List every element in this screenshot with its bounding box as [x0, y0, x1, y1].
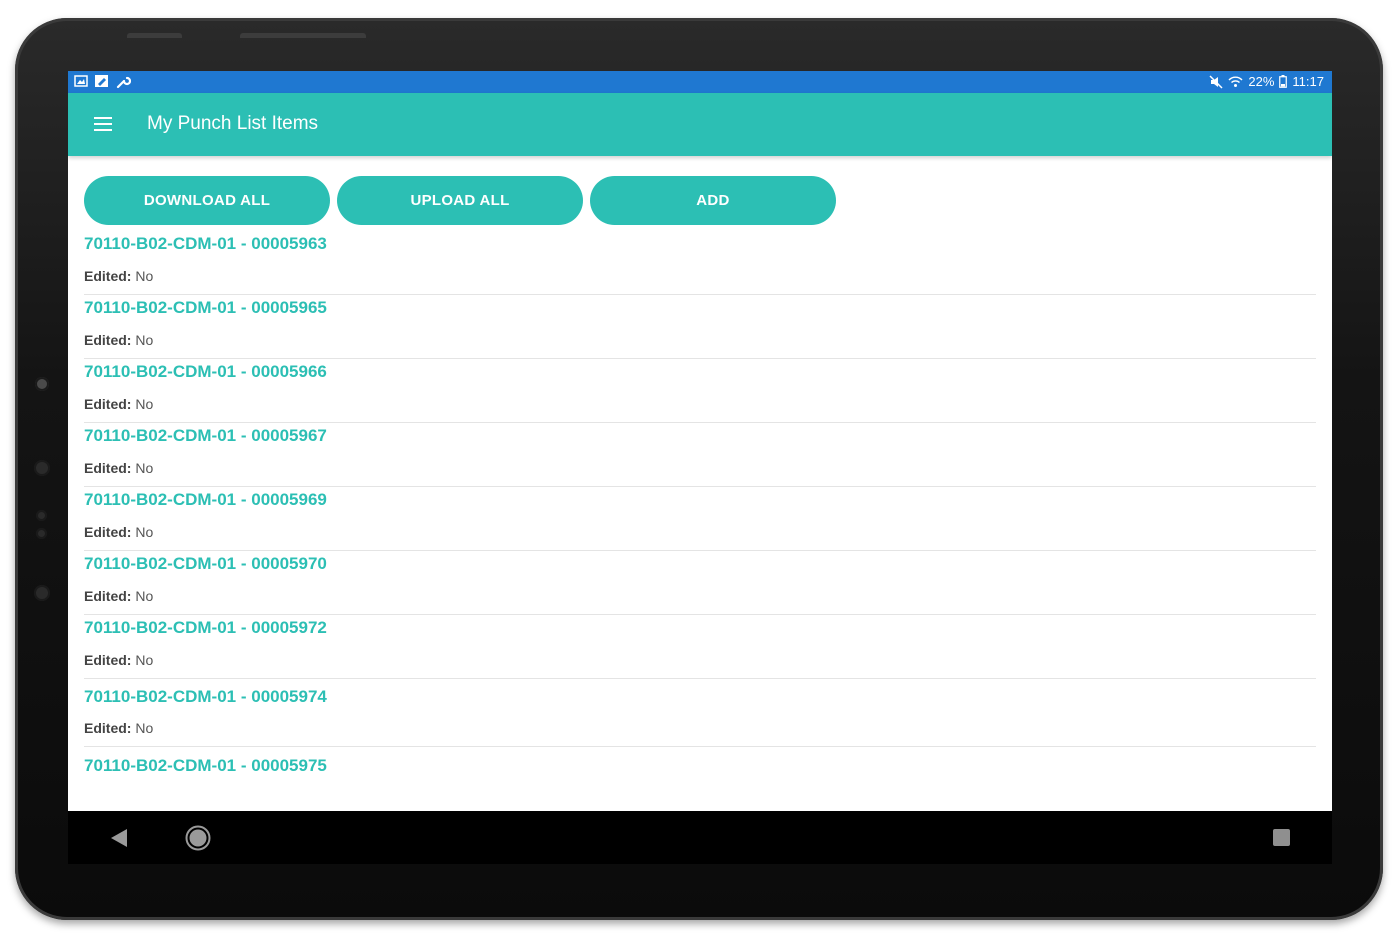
item-title: 70110-B02-CDM-01 - 00005972 — [84, 618, 327, 637]
list-item[interactable]: 70110-B02-CDM-01 - 00005975 — [84, 747, 1316, 781]
list-item[interactable]: 70110-B02-CDM-01 - 00005967 Edited: No — [84, 423, 1316, 487]
wrench-icon — [116, 76, 131, 89]
item-title: 70110-B02-CDM-01 - 00005970 — [84, 554, 327, 573]
page-title: My Punch List Items — [147, 113, 319, 134]
device-screen: 22% 11:17 My Punch List Items DOWNLOAD A… — [68, 71, 1332, 864]
sensor-dot — [34, 585, 50, 601]
item-title: 70110-B02-CDM-01 - 00005969 — [84, 490, 327, 509]
action-buttons: DOWNLOAD ALL UPLOAD ALL ADD — [84, 176, 836, 225]
main-content: DOWNLOAD ALL UPLOAD ALL ADD 70110-B02-CD… — [68, 156, 1332, 811]
list-item[interactable]: 70110-B02-CDM-01 - 00005972 Edited: No — [84, 615, 1316, 679]
edited-value: No — [135, 268, 154, 284]
edited-label: Edited: — [84, 652, 132, 668]
item-title: 70110-B02-CDM-01 - 00005967 — [84, 426, 327, 445]
notification-icons — [74, 74, 131, 89]
item-edited-status: Edited: No — [84, 329, 1316, 358]
download-all-button[interactable]: DOWNLOAD ALL — [84, 176, 330, 225]
mute-icon — [1209, 74, 1223, 89]
item-edited-status: Edited: No — [84, 265, 1316, 294]
wifi-icon — [1228, 76, 1243, 87]
edited-value: No — [135, 396, 154, 412]
battery-icon — [1279, 75, 1288, 88]
recent-apps-icon[interactable] — [1273, 829, 1290, 846]
item-edited-status: Edited: No — [84, 717, 1316, 746]
edited-value: No — [135, 588, 154, 604]
clock: 11:17 — [1292, 74, 1324, 89]
edited-value: No — [135, 460, 154, 476]
edited-label: Edited: — [84, 588, 132, 604]
front-camera — [35, 377, 49, 391]
edited-label: Edited: — [84, 524, 132, 540]
back-icon[interactable] — [110, 828, 128, 848]
edited-value: No — [135, 332, 154, 348]
image-icon — [74, 75, 88, 87]
note-icon — [95, 75, 108, 87]
item-edited-status: Edited: No — [84, 649, 1316, 678]
app-bar: My Punch List Items — [68, 93, 1332, 156]
edited-label: Edited: — [84, 332, 132, 348]
list-item[interactable]: 70110-B02-CDM-01 - 00005965 Edited: No — [84, 295, 1316, 359]
sensor-dot — [36, 510, 47, 521]
list-item[interactable]: 70110-B02-CDM-01 - 00005966 Edited: No — [84, 359, 1316, 423]
edited-label: Edited: — [84, 396, 132, 412]
hamburger-menu-icon[interactable] — [94, 117, 112, 131]
edited-label: Edited: — [84, 460, 132, 476]
sensor-dot — [34, 460, 50, 476]
item-edited-status: Edited: No — [84, 393, 1316, 422]
system-indicators: 22% 11:17 — [1209, 74, 1324, 89]
power-button — [240, 33, 366, 38]
battery-percent: 22% — [1248, 74, 1275, 89]
item-title: 70110-B02-CDM-01 - 00005963 — [84, 234, 327, 253]
item-title: 70110-B02-CDM-01 - 00005975 — [84, 756, 327, 775]
upload-all-button[interactable]: UPLOAD ALL — [337, 176, 583, 225]
list-item[interactable]: 70110-B02-CDM-01 - 00005974 Edited: No — [84, 679, 1316, 747]
status-bar: 22% 11:17 — [68, 71, 1332, 93]
navigation-bar — [68, 811, 1332, 864]
item-title: 70110-B02-CDM-01 - 00005965 — [84, 298, 327, 317]
edited-value: No — [135, 652, 154, 668]
list-item[interactable]: 70110-B02-CDM-01 - 00005970 Edited: No — [84, 551, 1316, 615]
item-title: 70110-B02-CDM-01 - 00005974 — [84, 687, 327, 706]
list-item[interactable]: 70110-B02-CDM-01 - 00005963 Edited: No — [84, 231, 1316, 295]
edited-value: No — [135, 524, 154, 540]
item-title: 70110-B02-CDM-01 - 00005966 — [84, 362, 327, 381]
add-button[interactable]: ADD — [590, 176, 836, 225]
sensor-dot — [36, 528, 47, 539]
punch-list: 70110-B02-CDM-01 - 00005963 Edited: No 7… — [84, 231, 1316, 781]
home-icon[interactable] — [185, 825, 211, 851]
edited-label: Edited: — [84, 720, 132, 736]
edited-label: Edited: — [84, 268, 132, 284]
list-item[interactable]: 70110-B02-CDM-01 - 00005969 Edited: No — [84, 487, 1316, 551]
item-edited-status: Edited: No — [84, 457, 1316, 486]
item-edited-status: Edited: No — [84, 585, 1316, 614]
volume-button — [127, 33, 182, 38]
item-edited-status: Edited: No — [84, 521, 1316, 550]
edited-value: No — [135, 720, 154, 736]
